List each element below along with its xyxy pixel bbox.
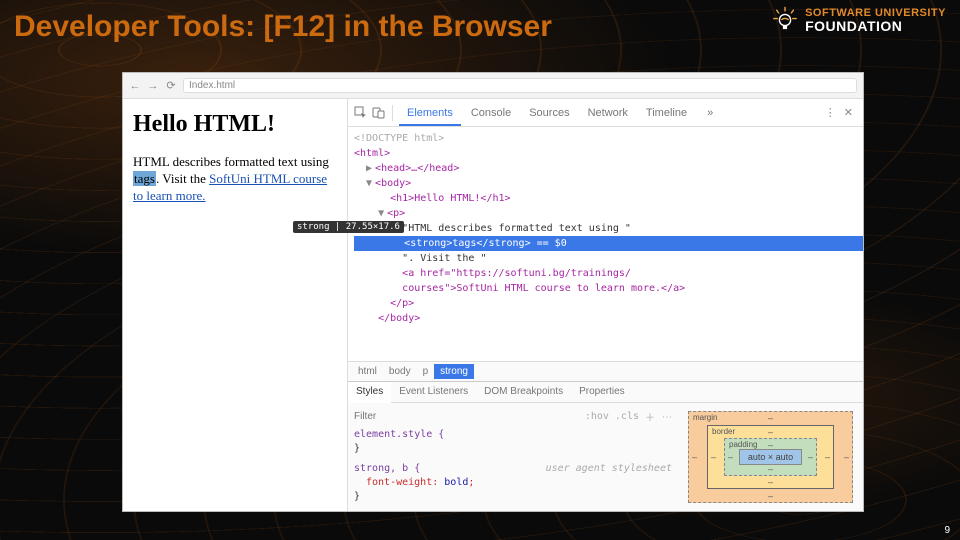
tab-timeline[interactable]: Timeline: [638, 101, 695, 125]
tab-console[interactable]: Console: [463, 101, 519, 125]
stab-event-listeners[interactable]: Event Listeners: [391, 382, 476, 402]
cls-toggle[interactable]: .cls: [615, 411, 639, 422]
dom-selected-node[interactable]: ⋯ <strong>tags</strong> == $0: [354, 236, 863, 251]
devtools-menu-icon[interactable]: ⋮: [825, 106, 836, 119]
rendered-page: Hello HTML! HTML describes formatted tex…: [123, 99, 348, 511]
browser-window: ← → ⟳ Index.html Hello HTML! HTML descri…: [123, 73, 863, 511]
crumb-body[interactable]: body: [383, 364, 417, 379]
page-number: 9: [944, 525, 950, 536]
devtools-close-icon[interactable]: ✕: [844, 106, 853, 119]
inspected-word: tags: [133, 171, 156, 186]
logo-text-bottom: FOUNDATION: [805, 19, 946, 33]
stab-styles[interactable]: Styles: [348, 382, 391, 403]
add-rule-icon[interactable]: ＋: [645, 409, 655, 424]
lightbulb-icon: [771, 6, 799, 34]
tab-elements[interactable]: Elements: [399, 101, 461, 125]
stab-dom-breakpoints[interactable]: DOM Breakpoints: [476, 382, 571, 402]
url-text: Index.html: [189, 80, 235, 91]
url-input[interactable]: Index.html: [183, 78, 857, 93]
box-content: auto × auto: [739, 449, 802, 465]
crumb-html[interactable]: html: [352, 364, 383, 379]
tab-network[interactable]: Network: [580, 101, 636, 125]
reload-icon[interactable]: ⟳: [165, 79, 177, 92]
box-model: margin –––– border –––– padding –––– aut…: [678, 403, 863, 511]
styles-panel: Styles Event Listeners DOM Breakpoints P…: [348, 381, 863, 511]
crumb-strong[interactable]: strong: [434, 364, 474, 379]
inspect-element-icon[interactable]: [352, 105, 368, 121]
page-heading: Hello HTML!: [133, 111, 337, 138]
slide-title: Developer Tools: [F12] in the Browser: [14, 10, 552, 44]
tabs-overflow[interactable]: »: [699, 101, 721, 125]
stab-properties[interactable]: Properties: [571, 382, 633, 402]
address-bar: ← → ⟳ Index.html: [123, 73, 863, 99]
page-paragraph: HTML describes formatted text using tags…: [133, 154, 337, 205]
dom-breadcrumb: html body p strong: [348, 361, 863, 381]
crumb-p[interactable]: p: [417, 364, 435, 379]
dom-tree[interactable]: <!DOCTYPE html> <html> ▶<head>…</head> ▼…: [348, 127, 863, 361]
rule-element-style[interactable]: element.style { }: [354, 428, 672, 456]
back-icon[interactable]: ←: [129, 80, 141, 92]
tab-sources[interactable]: Sources: [521, 101, 577, 125]
logo: SOFTWARE UNIVERSITY FOUNDATION: [771, 6, 946, 34]
devtools-tabs: Elements Console Sources Network Timelin…: [348, 99, 863, 127]
logo-text-top: SOFTWARE UNIVERSITY: [805, 8, 946, 19]
hov-toggle[interactable]: :hov: [585, 411, 609, 422]
styles-menu-icon[interactable]: ⋮: [661, 412, 672, 422]
styles-filter-input[interactable]: [354, 411, 579, 422]
forward-icon[interactable]: →: [147, 80, 159, 92]
inspect-tooltip: strong | 27.55×17.6: [293, 221, 404, 233]
rule-strong-b[interactable]: strong, b {user agent stylesheet font-we…: [354, 462, 672, 504]
device-toggle-icon[interactable]: [370, 105, 386, 121]
devtools-panel: Elements Console Sources Network Timelin…: [348, 99, 863, 511]
